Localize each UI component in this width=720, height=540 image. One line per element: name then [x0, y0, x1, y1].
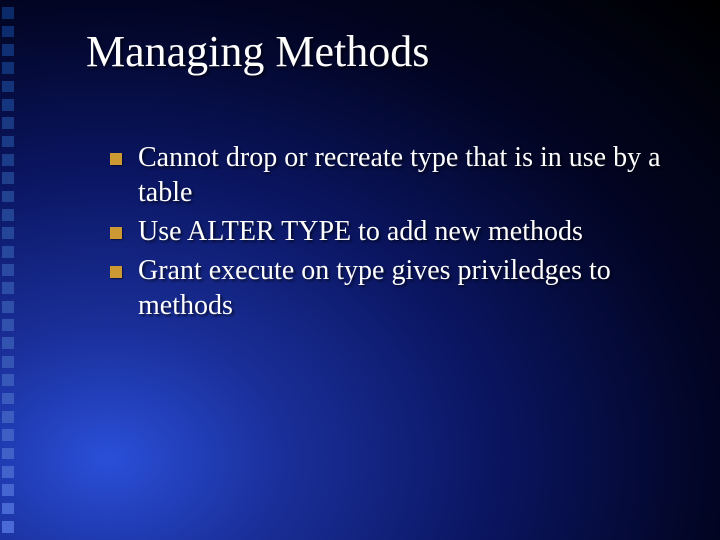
square-bullet-icon [110, 153, 122, 165]
list-item: Grant execute on type gives priviledges … [110, 253, 670, 323]
list-item: Use ALTER TYPE to add new methods [110, 214, 670, 249]
edge-square-icon [2, 7, 14, 19]
edge-square-icon [2, 81, 14, 93]
edge-square-icon [2, 429, 14, 441]
edge-square-icon [2, 319, 14, 331]
edge-square-icon [2, 484, 14, 496]
edge-square-icon [2, 521, 14, 533]
edge-square-icon [2, 448, 14, 460]
edge-square-icon [2, 411, 14, 423]
slide-body: Cannot drop or recreate type that is in … [110, 140, 670, 327]
list-item-text: Grant execute on type gives priviledges … [138, 255, 611, 321]
edge-square-icon [2, 191, 14, 203]
slide-title: Managing Methods [86, 28, 429, 76]
edge-square-icon [2, 99, 14, 111]
decorative-edge-squares [2, 0, 22, 540]
edge-square-icon [2, 503, 14, 515]
list-item-text: Use ALTER TYPE to add new methods [138, 216, 583, 247]
edge-square-icon [2, 374, 14, 386]
edge-square-icon [2, 172, 14, 184]
edge-square-icon [2, 264, 14, 276]
list-item-text: Cannot drop or recreate type that is in … [138, 142, 661, 208]
bullet-list: Cannot drop or recreate type that is in … [110, 140, 670, 323]
edge-square-icon [2, 26, 14, 38]
edge-square-icon [2, 209, 14, 221]
edge-square-icon [2, 356, 14, 368]
square-bullet-icon [110, 266, 122, 278]
edge-square-icon [2, 301, 14, 313]
edge-square-icon [2, 282, 14, 294]
edge-square-icon [2, 337, 14, 349]
slide: Managing Methods Cannot drop or recreate… [0, 0, 720, 540]
edge-square-icon [2, 62, 14, 74]
edge-square-icon [2, 227, 14, 239]
edge-square-icon [2, 117, 14, 129]
edge-square-icon [2, 246, 14, 258]
edge-square-icon [2, 393, 14, 405]
edge-square-icon [2, 136, 14, 148]
edge-square-icon [2, 154, 14, 166]
square-bullet-icon [110, 227, 122, 239]
list-item: Cannot drop or recreate type that is in … [110, 140, 670, 210]
edge-square-icon [2, 44, 14, 56]
edge-square-icon [2, 466, 14, 478]
